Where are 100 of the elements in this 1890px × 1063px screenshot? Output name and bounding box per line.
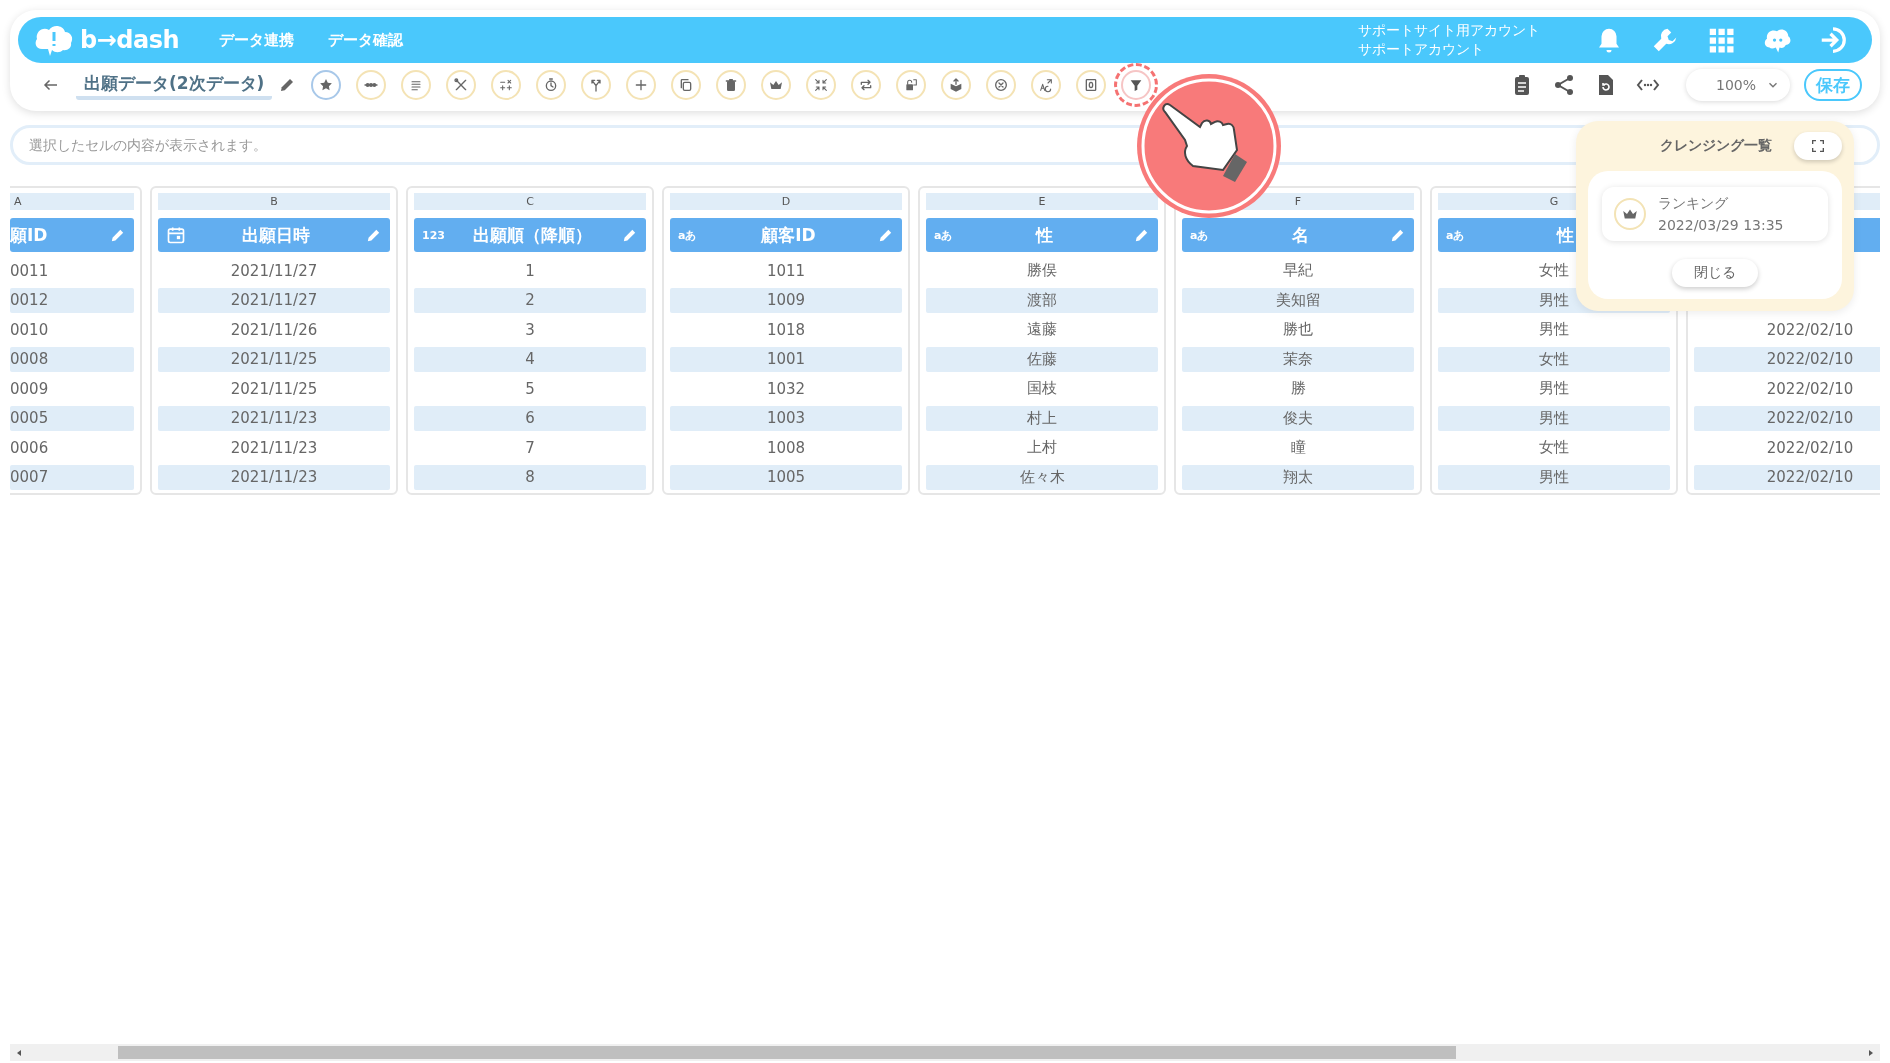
table-cell: 2021/11/27 — [158, 287, 390, 313]
expand-button[interactable] — [1794, 132, 1842, 160]
tools-button[interactable] — [446, 70, 477, 100]
table-cell: 2 — [414, 287, 646, 313]
column-letter[interactable]: E — [926, 193, 1158, 210]
clear-button[interactable] — [986, 70, 1017, 100]
table-cell: 女性 — [1438, 346, 1670, 372]
table-cell-text: 2021/11/27 — [229, 260, 319, 282]
scrollbar-thumb[interactable] — [118, 1046, 1456, 1059]
table-cell-text: 2021/11/23 — [229, 437, 319, 459]
column-letter[interactable]: C — [414, 193, 646, 210]
column-header[interactable]: aあ 顧客ID — [670, 218, 902, 252]
table-cell: 佐々木 — [926, 464, 1158, 490]
table-cell-text: 1018 — [765, 319, 807, 341]
collapse-button[interactable] — [806, 70, 837, 100]
table-cell-text: 勝俣 — [1026, 260, 1058, 281]
table-cell-text: 5 — [524, 378, 536, 400]
table-cell: 1009 — [670, 287, 902, 313]
table-cell-text: 1 — [524, 260, 536, 282]
table-cell-text: 1032 — [765, 378, 807, 400]
timer-button[interactable] — [536, 70, 567, 100]
table-cell-text: 勝也 — [1282, 319, 1314, 340]
table-cell-text: 2022/02/10 — [1765, 378, 1855, 400]
table-cell-text: 0009 — [10, 378, 50, 400]
table-cell: 佐藤 — [926, 346, 1158, 372]
table-cell-text: 女性 — [1538, 260, 1570, 281]
close-button[interactable]: 閉じる — [1672, 259, 1758, 287]
column-header[interactable]: aあ 名 — [1182, 218, 1414, 252]
table-cell: 2022/02/10 — [1694, 405, 1880, 431]
table-cell-text: 0011 — [10, 260, 50, 282]
column-header[interactable]: 123 出願順（降順） — [414, 218, 646, 252]
table-cell-text: 7 — [524, 437, 536, 459]
star-icon — [318, 77, 335, 93]
column-header[interactable]: aあ 性 — [926, 218, 1158, 252]
delete-button[interactable] — [716, 70, 747, 100]
branch-button[interactable] — [581, 70, 612, 100]
table-cell: 8 — [414, 464, 646, 490]
table-cell: 0012 — [10, 287, 134, 313]
table-cell: 2021/11/23 — [158, 405, 390, 431]
table-cell-text: 国枝 — [1026, 378, 1058, 399]
column-letter[interactable]: D — [670, 193, 902, 210]
calendar-icon — [166, 225, 186, 245]
table-cell: 0008 — [10, 346, 134, 372]
collapse-icon — [813, 77, 830, 93]
table-cell-text: 3 — [524, 319, 536, 341]
table-cell: 俊夫 — [1182, 405, 1414, 431]
table-cell: 1003 — [670, 405, 902, 431]
table-cell-text: 男性 — [1538, 319, 1570, 340]
number-type-label: 123 — [422, 228, 444, 242]
text-type-label: aあ — [1190, 227, 1210, 243]
table-cell: 男性 — [1438, 464, 1670, 490]
table-cell: 2022/02/10 — [1694, 346, 1880, 372]
ranking-button[interactable] — [761, 70, 792, 100]
table-cell: 茉奈 — [1182, 346, 1414, 372]
account-name: サポートサイト用アカウント — [1358, 21, 1540, 40]
table-cell-text: 1011 — [765, 260, 807, 282]
table-cell-text: 2021/11/25 — [229, 378, 319, 400]
table-cell: 1001 — [670, 346, 902, 372]
table-cell-text: 女性 — [1538, 437, 1570, 458]
column-letter[interactable]: B — [158, 193, 390, 210]
column-letter[interactable]: A — [10, 193, 134, 210]
table-cell-text: 2022/02/10 — [1765, 319, 1855, 341]
table-cell-text: 瞳 — [1289, 437, 1307, 458]
text-type-label: aあ — [934, 227, 954, 243]
panel-title: クレンジング一覧 — [1660, 137, 1772, 155]
column-header[interactable]: 願ID — [10, 218, 134, 252]
favorite-button[interactable] — [311, 70, 342, 100]
translate-button[interactable] — [1031, 70, 1062, 100]
table-cell-text: 0006 — [10, 437, 50, 459]
sheet-title[interactable]: 出願データ(2次データ) — [76, 70, 273, 100]
calculator-icon — [498, 77, 515, 93]
zero-button[interactable] — [1076, 70, 1107, 100]
copy-button[interactable] — [671, 70, 702, 100]
lock-button[interactable] — [896, 70, 927, 100]
add-button[interactable] — [626, 70, 657, 100]
table-cell: 0005 — [10, 405, 134, 431]
lock-icon — [903, 77, 920, 93]
column-header[interactable]: 出願日時 — [158, 218, 390, 252]
table-cell: 2021/11/25 — [158, 346, 390, 372]
repeat-button[interactable] — [851, 70, 882, 100]
table-cell-text: 遠藤 — [1026, 319, 1058, 340]
table-cell: 翔太 — [1182, 464, 1414, 490]
table-cell: 4 — [414, 346, 646, 372]
table-cell-text: 1008 — [765, 437, 807, 459]
table-cell: 渡部 — [926, 287, 1158, 313]
table-cell-text: 上村 — [1026, 437, 1058, 458]
zoom-select[interactable]: 100% — [1686, 69, 1790, 101]
text-type-label: aあ — [1446, 227, 1466, 243]
calculate-button[interactable] — [491, 70, 522, 100]
export-button[interactable] — [941, 70, 972, 100]
share-icon[interactable] — [1552, 73, 1576, 97]
account-name: サポートアカウント — [1358, 40, 1485, 59]
table-cell-text: 2022/02/10 — [1765, 437, 1855, 459]
text-type-label: aあ — [678, 227, 698, 243]
table-cell-text: 0010 — [10, 319, 50, 341]
text-tool-button[interactable] — [401, 70, 432, 100]
table-cell: 美知留 — [1182, 287, 1414, 313]
table-cell-text: 2021/11/26 — [229, 319, 319, 341]
horizontal-scrollbar[interactable] — [10, 1044, 1880, 1061]
line-tool-button[interactable] — [356, 70, 387, 100]
